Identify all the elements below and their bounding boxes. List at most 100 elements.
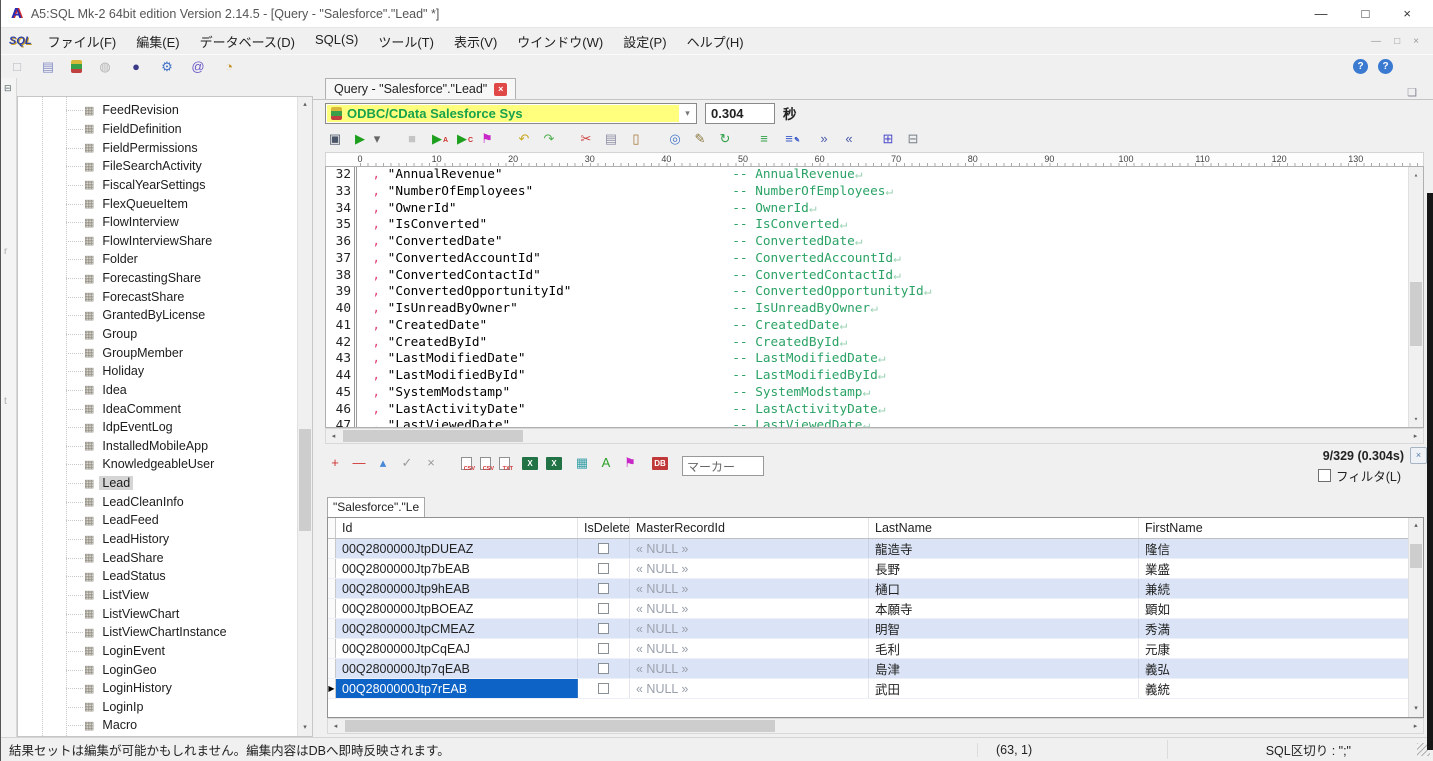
bookmark-flag-icon[interactable]: ⚑	[479, 131, 495, 147]
cell-firstname[interactable]: 業盛	[1139, 559, 1423, 578]
sidebar-item-listview[interactable]: ▦ListView	[18, 586, 297, 605]
outline-icon[interactable]: ⊟	[905, 131, 921, 147]
mdi-restore-icon[interactable]: □	[1394, 36, 1400, 47]
paste-icon[interactable]: ▯	[628, 131, 644, 147]
outdent-icon[interactable]: «	[841, 131, 857, 147]
scroll-left-icon[interactable]: ◂	[328, 722, 343, 730]
editor-scrollbar[interactable]: ▴ ▾	[1408, 167, 1423, 427]
scroll-thumb[interactable]	[343, 430, 523, 442]
checkbox-icon[interactable]	[598, 563, 609, 574]
stop-icon[interactable]: ■	[404, 131, 420, 147]
run-export-icon[interactable]: ▶C	[454, 131, 470, 147]
run-script-icon[interactable]: ▶A	[429, 131, 445, 147]
scroll-up-icon[interactable]: ▴	[1409, 519, 1423, 533]
checkbox-icon[interactable]	[598, 683, 609, 694]
row-selector[interactable]	[328, 539, 336, 558]
mdi-close-icon[interactable]: ×	[1413, 36, 1419, 47]
sql-editor[interactable]: 32 , "AnnualRevenue" -- AnnualRevenue↵33…	[325, 166, 1424, 428]
cancel-edit-icon[interactable]: ×	[423, 455, 439, 471]
menu-item-ファイル(F)[interactable]: ファイル(F)	[38, 29, 127, 54]
grid-hscrollbar[interactable]: ◂ ▸	[327, 718, 1424, 734]
table-row[interactable]: 00Q2800000JtpCMEAZ« NULL »明智秀満	[328, 619, 1423, 639]
clock-icon[interactable]: ◔	[221, 59, 237, 75]
sidebar-item-forecastingshare[interactable]: ▦ForecastingShare	[18, 269, 297, 288]
cell-id[interactable]: 00Q2800000JtpBOEAZ	[336, 599, 578, 618]
connection-select[interactable]: ODBC/CData Salesforce Sys ▾	[325, 103, 697, 124]
sidebar-item-macro[interactable]: ▦Macro	[18, 716, 297, 735]
checkbox-icon[interactable]	[598, 623, 609, 634]
sidebar-item-leadfeed[interactable]: ▦LeadFeed	[18, 511, 297, 530]
scroll-thumb[interactable]	[345, 720, 775, 732]
table-row[interactable]: 00Q2800000Jtp7qEAB« NULL »島津義弘	[328, 659, 1423, 679]
column-header-isdeleted[interactable]: IsDeleted	[578, 518, 630, 538]
sidebar-item-listviewchart[interactable]: ▦ListViewChart	[18, 604, 297, 623]
cell-lastname[interactable]: 明智	[869, 619, 1139, 638]
scroll-up-icon[interactable]: ▴	[298, 98, 312, 112]
sidebar-item-installedmobileapp[interactable]: ▦InstalledMobileApp	[18, 437, 297, 456]
scroll-right-icon[interactable]: ▸	[1408, 432, 1423, 440]
result-set-tab[interactable]: "Salesforce"."Le	[327, 497, 425, 517]
cell-lastname[interactable]: 龍造寺	[869, 539, 1139, 558]
export-html-icon[interactable]: ▦	[574, 455, 590, 471]
format-sql-icon[interactable]: ≡✎	[781, 131, 797, 147]
scroll-down-icon[interactable]: ▾	[298, 721, 312, 735]
sidebar-item-forecastshare[interactable]: ▦ForecastShare	[18, 287, 297, 306]
tree-scrollbar[interactable]: ▴ ▾	[297, 97, 312, 736]
row-selector[interactable]	[328, 599, 336, 618]
checkbox-icon[interactable]	[598, 543, 609, 554]
scroll-thumb[interactable]	[299, 429, 311, 531]
sidebar-item-leadstatus[interactable]: ▦LeadStatus	[18, 567, 297, 586]
bookmark-icon[interactable]: ⚑	[622, 455, 638, 471]
sidebar-item-flexqueueitem[interactable]: ▦FlexQueueItem	[18, 194, 297, 213]
cell-id[interactable]: 00Q2800000JtpCqEAJ	[336, 639, 578, 658]
maximize-button[interactable]: □	[1362, 6, 1370, 21]
help-context-icon[interactable]: ?	[1378, 59, 1393, 74]
scroll-down-icon[interactable]: ▾	[1409, 412, 1423, 426]
cell-firstname[interactable]: 顕如	[1139, 599, 1423, 618]
cell-lastname[interactable]: 樋口	[869, 579, 1139, 598]
menu-item-ツール(T)[interactable]: ツール(T)	[368, 29, 444, 54]
refresh-icon[interactable]: ↻	[717, 131, 733, 147]
cell-id[interactable]: 00Q2800000JtpCMEAZ	[336, 619, 578, 638]
redo-icon[interactable]: ↷	[541, 131, 557, 147]
sidebar-item-knowledgeableuser[interactable]: ▦KnowledgeableUser	[18, 455, 297, 474]
help-icon[interactable]: ?	[1353, 59, 1368, 74]
table-row[interactable]: ▶00Q2800000Jtp7rEAB« NULL »武田義統	[328, 679, 1423, 699]
cell-isdeleted[interactable]	[578, 639, 630, 658]
move-up-icon[interactable]: ▴	[375, 455, 391, 471]
editor-hscrollbar[interactable]: ◂ ▸	[325, 428, 1424, 444]
cell-id[interactable]: 00Q2800000Jtp9hEAB	[336, 579, 578, 598]
menu-item-SQL(S)[interactable]: SQL(S)	[305, 29, 368, 54]
gear-icon[interactable]: ⚙	[159, 59, 175, 75]
cell-masterrecordid[interactable]: « NULL »	[630, 659, 869, 678]
marker-input[interactable]	[682, 456, 764, 476]
column-header-masterrecordid[interactable]: MasterRecordId	[630, 518, 869, 538]
new-document-icon[interactable]: □	[9, 59, 25, 75]
cell-id[interactable]: 00Q2800000JtpDUEAZ	[336, 539, 578, 558]
cell-masterrecordid[interactable]: « NULL »	[630, 639, 869, 658]
run-dropdown-icon[interactable]: ▾	[369, 131, 385, 147]
cell-isdeleted[interactable]	[578, 659, 630, 678]
column-header-id[interactable]: Id	[336, 518, 578, 538]
mdi-system-icon[interactable]: SQL	[9, 35, 32, 47]
scroll-thumb[interactable]	[1410, 282, 1422, 346]
cell-isdeleted[interactable]	[578, 679, 630, 698]
cell-isdeleted[interactable]	[578, 579, 630, 598]
scroll-up-icon[interactable]: ▴	[1409, 168, 1423, 182]
sidebar-item-listviewchartinstance[interactable]: ▦ListViewChartInstance	[18, 623, 297, 642]
filter-checkbox[interactable]	[1318, 469, 1331, 482]
cell-firstname[interactable]: 義統	[1139, 679, 1423, 698]
apply-edit-icon[interactable]: ✓	[399, 455, 415, 471]
cell-lastname[interactable]: 毛利	[869, 639, 1139, 658]
export-txt-icon[interactable]: TXT	[499, 457, 510, 470]
checkbox-icon[interactable]	[598, 603, 609, 614]
cell-isdeleted[interactable]	[578, 619, 630, 638]
db-apply-icon[interactable]: DB	[652, 457, 668, 470]
cell-lastname[interactable]: 武田	[869, 679, 1139, 698]
sidebar-item-fieldpermissions[interactable]: ▦FieldPermissions	[18, 138, 297, 157]
er-diagram-icon[interactable]: ⊞	[880, 131, 896, 147]
insert-row-icon[interactable]: +	[327, 455, 343, 471]
row-selector[interactable]	[328, 619, 336, 638]
tree-toggle-icon[interactable]: ⊟	[4, 83, 12, 94]
sidebar-item-folder[interactable]: ▦Folder	[18, 250, 297, 269]
